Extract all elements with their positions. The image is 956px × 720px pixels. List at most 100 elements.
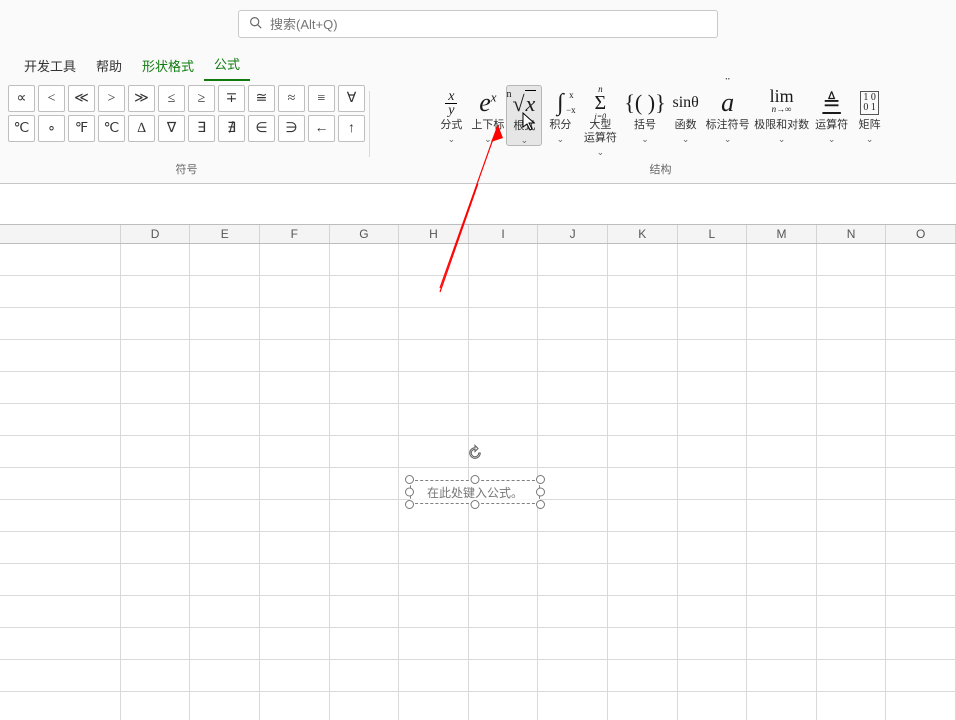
symbol-button[interactable]: ∆ — [128, 115, 155, 142]
column-header[interactable]: H — [399, 225, 469, 243]
cell[interactable] — [399, 596, 469, 628]
struct-fraction-button[interactable]: xy 分式 ⌄ — [433, 85, 469, 144]
cell[interactable] — [817, 660, 887, 692]
cell[interactable] — [678, 276, 748, 308]
symbol-button[interactable]: ℃ — [98, 115, 125, 142]
cell[interactable] — [399, 340, 469, 372]
cell[interactable] — [747, 500, 817, 532]
cell[interactable] — [886, 500, 956, 532]
resize-handle-e[interactable] — [536, 488, 545, 497]
cell[interactable] — [399, 660, 469, 692]
cell[interactable] — [747, 596, 817, 628]
symbol-button[interactable]: ∓ — [218, 85, 245, 112]
cell[interactable] — [190, 660, 260, 692]
cell[interactable] — [817, 276, 887, 308]
cell[interactable] — [747, 308, 817, 340]
cell[interactable] — [399, 564, 469, 596]
cell[interactable] — [538, 372, 608, 404]
cell[interactable] — [469, 340, 539, 372]
cell[interactable] — [538, 628, 608, 660]
cell[interactable] — [0, 404, 121, 436]
cell[interactable] — [121, 532, 191, 564]
cell[interactable] — [121, 276, 191, 308]
symbol-button[interactable]: ← — [308, 115, 335, 142]
cell[interactable] — [0, 532, 121, 564]
cell[interactable] — [190, 500, 260, 532]
symbol-button[interactable]: ∇ — [158, 115, 185, 142]
cell[interactable] — [747, 276, 817, 308]
cell[interactable] — [538, 468, 608, 500]
symbol-button[interactable]: ≪ — [68, 85, 95, 112]
cell[interactable] — [330, 692, 400, 720]
cell[interactable] — [399, 532, 469, 564]
struct-script-button[interactable]: ex 上下标 ⌄ — [469, 85, 506, 144]
cell[interactable] — [260, 468, 330, 500]
symbol-button[interactable]: ℃ — [8, 115, 35, 142]
cell[interactable] — [260, 308, 330, 340]
cell[interactable] — [747, 244, 817, 276]
column-header[interactable]: G — [330, 225, 400, 243]
cell[interactable] — [260, 532, 330, 564]
cell[interactable] — [608, 692, 678, 720]
cell[interactable] — [817, 500, 887, 532]
cell[interactable] — [260, 244, 330, 276]
cell[interactable] — [399, 692, 469, 720]
symbol-button[interactable]: ≡ — [308, 85, 335, 112]
search-input[interactable] — [270, 17, 707, 32]
cell[interactable] — [121, 500, 191, 532]
cell[interactable] — [121, 372, 191, 404]
struct-radical-button[interactable]: n√x 根式 ⌄ — [506, 85, 542, 146]
cell[interactable] — [538, 340, 608, 372]
cell[interactable] — [678, 596, 748, 628]
resize-handle-w[interactable] — [405, 488, 414, 497]
symbol-button[interactable]: ∃ — [188, 115, 215, 142]
cell[interactable] — [190, 244, 260, 276]
cell[interactable] — [678, 468, 748, 500]
cell[interactable] — [190, 372, 260, 404]
symbol-button[interactable]: ↑ — [338, 115, 365, 142]
cell[interactable] — [469, 308, 539, 340]
worksheet[interactable]: DEFGHIJKLMNO 在此处键入公式。 — [0, 184, 956, 720]
cell[interactable] — [817, 372, 887, 404]
cell[interactable] — [260, 500, 330, 532]
cell[interactable] — [538, 404, 608, 436]
cell[interactable] — [399, 244, 469, 276]
cell[interactable] — [608, 308, 678, 340]
cell[interactable] — [608, 500, 678, 532]
cell[interactable] — [608, 532, 678, 564]
cell[interactable] — [330, 404, 400, 436]
struct-matrix-button[interactable]: 1 00 1 矩阵 ⌄ — [852, 85, 888, 144]
resize-handle-n[interactable] — [471, 475, 480, 484]
cell[interactable] — [538, 532, 608, 564]
cell[interactable] — [260, 436, 330, 468]
cell[interactable] — [747, 436, 817, 468]
cell[interactable] — [121, 244, 191, 276]
resize-handle-sw[interactable] — [405, 500, 414, 509]
cell[interactable] — [538, 660, 608, 692]
cell[interactable] — [0, 468, 121, 500]
column-header[interactable]: F — [260, 225, 330, 243]
cell[interactable] — [469, 244, 539, 276]
struct-limitlog-button[interactable]: limn→∞ 极限和对数 ⌄ — [752, 85, 812, 144]
cell[interactable] — [886, 628, 956, 660]
cell[interactable] — [747, 340, 817, 372]
cell[interactable] — [747, 404, 817, 436]
cell[interactable] — [190, 340, 260, 372]
symbol-button[interactable]: > — [98, 85, 125, 112]
cell[interactable] — [260, 628, 330, 660]
cell[interactable] — [469, 532, 539, 564]
cell[interactable] — [678, 532, 748, 564]
cell[interactable] — [886, 276, 956, 308]
cell[interactable] — [190, 692, 260, 720]
cell[interactable] — [0, 596, 121, 628]
cell[interactable] — [190, 276, 260, 308]
symbol-button[interactable]: ∘ — [38, 115, 65, 142]
rotate-handle-icon[interactable] — [466, 444, 484, 467]
cell[interactable] — [608, 660, 678, 692]
cell[interactable] — [260, 404, 330, 436]
cell[interactable] — [469, 660, 539, 692]
symbol-button[interactable]: ≫ — [128, 85, 155, 112]
cell[interactable] — [0, 692, 121, 720]
cell[interactable] — [608, 372, 678, 404]
cell[interactable] — [608, 244, 678, 276]
